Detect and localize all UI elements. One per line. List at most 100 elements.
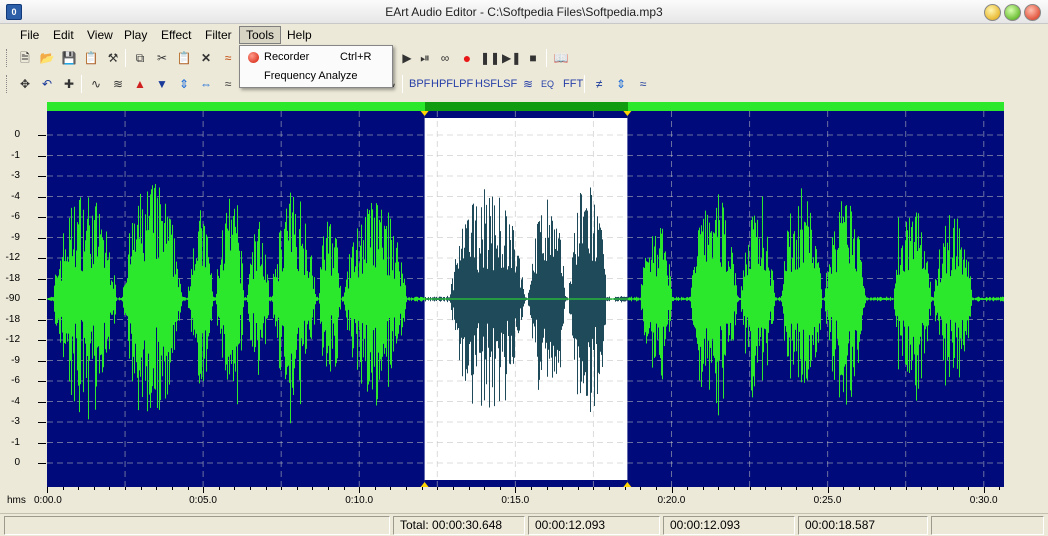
time-tick xyxy=(640,487,642,490)
time-tick xyxy=(983,487,985,493)
time-tick xyxy=(328,487,330,490)
time-tick xyxy=(796,487,798,490)
time-label: 0:15.0 xyxy=(501,495,530,506)
toolbar-grip[interactable] xyxy=(6,49,9,67)
speed-icon[interactable]: ≈ xyxy=(634,75,652,93)
selection-bottom-band xyxy=(424,480,628,487)
hpf-button[interactable]: HPF xyxy=(431,75,453,93)
menu-edit[interactable]: Edit xyxy=(47,26,80,44)
minimize-button[interactable] xyxy=(984,4,1001,21)
open-folder-icon[interactable]: 📂 xyxy=(38,49,56,67)
mix-paste-icon[interactable]: ≈ xyxy=(219,49,237,67)
record-icon[interactable]: ● xyxy=(458,49,476,67)
copy-icon[interactable]: ⧉ xyxy=(131,49,149,67)
play-selection-icon[interactable]: ▶❚ xyxy=(502,49,521,67)
fade-in-icon[interactable]: ▲ xyxy=(131,75,149,93)
amplify-icon[interactable]: ∿ xyxy=(87,75,105,93)
menu-item-frequency-analyze[interactable]: Frequency Analyze xyxy=(242,67,390,86)
save-icon[interactable]: 💾 xyxy=(60,49,78,67)
eq-button[interactable]: EQ xyxy=(541,75,554,93)
pitch-icon[interactable]: ≠ xyxy=(590,75,608,93)
stop-icon[interactable]: ■ xyxy=(524,49,542,67)
lsf-button[interactable]: LSF xyxy=(497,75,517,93)
menu-tools[interactable]: Tools xyxy=(239,26,282,44)
hsf-button[interactable]: HSF xyxy=(475,75,497,93)
fade-out-icon[interactable]: ▼ xyxy=(153,75,171,93)
waveform-canvas[interactable] xyxy=(47,111,1004,487)
invert-icon[interactable]: ⇔ xyxy=(197,75,215,93)
time-label: 0:05.0 xyxy=(189,495,217,506)
time-tick xyxy=(234,487,236,490)
loop-icon[interactable]: ∞ xyxy=(436,49,454,67)
properties-icon[interactable]: ⚒ xyxy=(104,49,122,67)
time-tick xyxy=(890,487,892,490)
menu-item-label: Recorder xyxy=(264,51,310,63)
tools-menu-dropdown: Recorder Ctrl+R Frequency Analyze xyxy=(239,45,393,88)
amplitude-tick xyxy=(38,299,46,300)
amplitude-tick xyxy=(38,155,46,157)
amplitude-label: -6 xyxy=(11,211,20,222)
effects-toolbar: ✥ ↶ ✚ ∿ ≋ ▲ ▼ ⇕ ⇔ ≈ ∿ BPF HPF LPF HSF LS… xyxy=(0,71,1048,97)
pause-icon[interactable]: ❚❚ xyxy=(480,49,500,67)
amplitude-tick xyxy=(38,442,46,444)
menu-effect[interactable]: Effect xyxy=(155,26,197,44)
play-circle-icon[interactable]: ⏯ xyxy=(416,49,434,67)
tempo-icon[interactable]: ⇕ xyxy=(612,75,630,93)
maximize-button[interactable] xyxy=(1004,4,1021,21)
time-tick xyxy=(437,487,439,490)
time-tick xyxy=(374,487,376,490)
time-tick xyxy=(218,487,220,490)
menu-view[interactable]: View xyxy=(81,26,119,44)
menu-item-recorder[interactable]: Recorder Ctrl+R xyxy=(242,48,390,67)
time-tick xyxy=(718,487,720,490)
time-tick xyxy=(312,487,314,490)
amplitude-label: -12 xyxy=(5,334,20,345)
time-tick xyxy=(203,487,205,493)
filter-icon[interactable]: ≋ xyxy=(519,75,537,93)
main-toolbar: 🗎 📂 💾 📋 ⚒ ⧉ ✂ 📋 ✕ ≈ ▶ ⏯ ∞ ● ❚❚ ▶❚ ■ 📖 xyxy=(0,45,1048,71)
echo-icon[interactable]: ≈ xyxy=(219,75,237,93)
play-icon[interactable]: ▶ xyxy=(398,49,416,67)
marker-icon[interactable]: ✚ xyxy=(60,75,78,93)
menu-item-shortcut: Ctrl+R xyxy=(340,51,372,63)
amplitude-label: 0 xyxy=(14,129,20,140)
help-book-icon[interactable]: 📖 xyxy=(552,49,570,67)
menu-play[interactable]: Play xyxy=(118,26,153,44)
time-tick xyxy=(343,487,345,490)
close-button[interactable] xyxy=(1024,4,1041,21)
amplitude-label: -9 xyxy=(11,231,20,243)
time-tick xyxy=(265,487,267,490)
undo-icon[interactable]: ↶ xyxy=(38,75,56,93)
time-tick xyxy=(140,487,142,490)
menu-filter[interactable]: Filter xyxy=(199,26,238,44)
bpf-button[interactable]: BPF xyxy=(409,75,430,93)
lpf-button[interactable]: LPF xyxy=(453,75,473,93)
time-tick xyxy=(843,487,845,490)
normalize-icon[interactable]: ≋ xyxy=(109,75,127,93)
time-tick xyxy=(484,487,486,490)
overview-selection[interactable] xyxy=(425,102,628,111)
new-file-icon[interactable]: 🗎 xyxy=(16,49,34,67)
amplitude-axis: 0 -1 -3 -4 -6 -9 -12 -18 -90 -18 -12 -9 -6 -4 -3 -1 0 xyxy=(0,102,47,494)
menu-file[interactable]: File xyxy=(14,26,45,44)
time-tick xyxy=(765,487,767,490)
select-all-icon[interactable]: ✥ xyxy=(16,75,34,93)
paste-icon[interactable]: 📋 xyxy=(175,49,193,67)
cut-icon[interactable]: ✂ xyxy=(153,49,171,67)
time-label: 0:20.0 xyxy=(657,495,686,506)
selection-top-band xyxy=(424,111,628,118)
menu-help[interactable]: Help xyxy=(281,26,318,44)
time-tick xyxy=(93,487,95,490)
save-as-icon[interactable]: 📋 xyxy=(82,49,100,67)
toolbar-grip[interactable] xyxy=(6,75,9,93)
time-label: 0:30.0 xyxy=(969,495,998,506)
time-tick xyxy=(109,487,111,490)
fft-button[interactable]: FFT xyxy=(563,75,583,93)
delete-icon[interactable]: ✕ xyxy=(197,49,215,67)
reverse-icon[interactable]: ⇕ xyxy=(175,75,193,93)
time-tick xyxy=(780,487,782,490)
overview-bar[interactable] xyxy=(47,102,1004,111)
waveform-view[interactable] xyxy=(47,111,1004,487)
time-tick xyxy=(562,487,564,490)
time-tick xyxy=(671,487,673,493)
